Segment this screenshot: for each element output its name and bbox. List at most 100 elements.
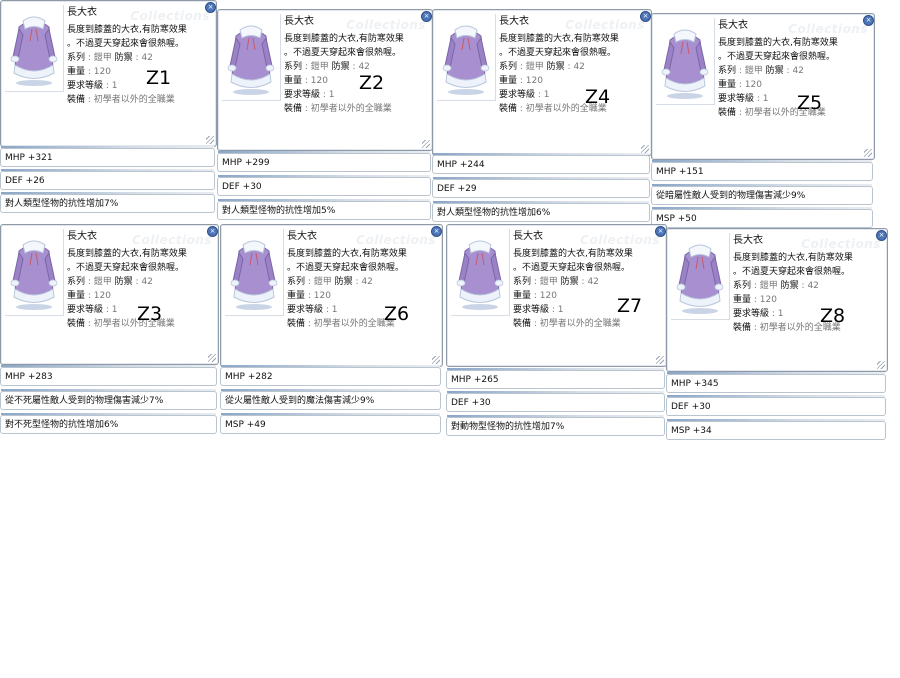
close-icon[interactable]: ×	[421, 11, 432, 22]
resize-grip[interactable]	[656, 356, 664, 364]
equip-row: 裝備 : 初學者以外的全職業	[499, 104, 607, 114]
def-value: 42	[361, 277, 373, 287]
item-image	[5, 229, 64, 316]
item-description: 長度到膝蓋的大衣,有防寒效果 。不過夏天穿起來會很熱喔。 系列 : 鎧甲 防禦 …	[67, 23, 210, 107]
close-icon[interactable]: ×	[876, 230, 887, 241]
item-info-window: 長大衣 Collections × 長度到膝蓋的大衣,有防寒效果 。不過夏天穿起…	[432, 9, 652, 156]
item-info-window: 長大衣 Collections × 長度到膝蓋的大衣,有防寒效果 。不過夏天穿起…	[651, 13, 875, 160]
series-value: 鎧甲	[759, 281, 778, 291]
stat-bar-1: MHP +151	[651, 160, 873, 181]
resize-grip[interactable]	[422, 140, 430, 148]
item-image	[5, 5, 64, 92]
close-icon[interactable]: ×	[207, 226, 218, 237]
purple-coat-icon	[456, 240, 504, 310]
series-value: 鎧甲	[744, 66, 763, 76]
item-image	[656, 18, 715, 105]
description-line-1: 長度到膝蓋的大衣,有防寒效果	[718, 38, 838, 48]
purple-coat-icon	[230, 240, 278, 310]
def-label: 防禦	[546, 62, 565, 72]
item-description: 長度到膝蓋的大衣,有防寒效果 。不過夏天穿起來會很熱喔。 系列 : 鎧甲 防禦 …	[513, 247, 660, 331]
close-icon[interactable]: ×	[655, 226, 666, 237]
equip-value: 初學者以外的全職業	[310, 104, 392, 114]
description-line-2: 。不過夏天穿起來會很熱喔。	[284, 48, 402, 58]
weight-label: 重量	[284, 76, 303, 86]
weight-value: 120	[525, 76, 543, 86]
series-value: 鎧甲	[525, 62, 544, 72]
def-value: 42	[141, 277, 153, 287]
collections-watermark: Collections	[580, 233, 660, 247]
equip-value: 初學者以外的全職業	[539, 319, 621, 329]
resize-grip[interactable]	[208, 354, 216, 362]
close-icon[interactable]: ×	[431, 226, 442, 237]
equip-label: 裝備	[284, 104, 303, 114]
level-label: 要求等級	[733, 309, 770, 319]
stat-bar-1: MHP +282	[220, 365, 441, 386]
stat-bar-2: DEF +30	[217, 175, 431, 196]
item-info-window: 長大衣 Collections × 長度到膝蓋的大衣,有防寒效果 。不過夏天穿起…	[0, 0, 217, 147]
series-label: 系列	[287, 277, 306, 287]
close-icon[interactable]: ×	[205, 2, 216, 13]
item-image	[451, 229, 510, 316]
stat-bar-3: MSP +50	[651, 207, 873, 228]
def-value: 42	[792, 66, 804, 76]
weight-label: 重量	[733, 295, 752, 305]
purple-coat-icon	[10, 16, 58, 86]
weight-value: 120	[93, 291, 111, 301]
series-row: 系列 : 鎧甲 防禦 : 42	[499, 62, 585, 72]
series-row: 系列 : 鎧甲 防禦 : 42	[67, 53, 153, 63]
def-value: 42	[141, 53, 153, 63]
def-label: 防禦	[114, 277, 133, 287]
weight-row: 重量 : 120	[733, 295, 777, 305]
weight-label: 重量	[287, 291, 306, 301]
resize-grip[interactable]	[877, 361, 885, 369]
stat-bar-1: MHP +283	[0, 365, 217, 386]
stat-bar-2: DEF +30	[446, 391, 665, 412]
description-line-2: 。不過夏天穿起來會很熱喔。	[513, 263, 631, 273]
series-label: 系列	[67, 277, 86, 287]
stat-bar-3: MSP +34	[666, 419, 886, 440]
series-row: 系列 : 鎧甲 防禦 : 42	[718, 66, 804, 76]
collections-watermark: Collections	[788, 22, 868, 36]
def-value: 42	[358, 62, 370, 72]
level-value: 1	[777, 309, 784, 319]
item-image	[222, 14, 281, 101]
purple-coat-icon	[442, 25, 490, 95]
weight-row: 重量 : 120	[718, 80, 762, 90]
weight-label: 重量	[499, 76, 518, 86]
item-image	[225, 229, 284, 316]
card-label: Z1	[146, 67, 172, 89]
def-label: 防禦	[560, 277, 579, 287]
close-icon[interactable]: ×	[640, 11, 651, 22]
def-label: 防禦	[331, 62, 350, 72]
level-label: 要求等級	[284, 90, 321, 100]
item-name: 長大衣	[284, 16, 314, 27]
equip-label: 裝備	[499, 104, 518, 114]
item-name: 長大衣	[67, 231, 97, 242]
series-value: 鎧甲	[539, 277, 558, 287]
item-name: 長大衣	[718, 20, 748, 31]
series-value: 鎧甲	[313, 277, 332, 287]
resize-grip[interactable]	[864, 149, 872, 157]
series-row: 系列 : 鎧甲 防禦 : 42	[733, 281, 819, 291]
level-row: 要求等級 : 1	[67, 81, 118, 91]
equip-value: 初學者以外的全職業	[93, 319, 175, 329]
def-label: 防禦	[114, 53, 133, 63]
equip-row: 裝備 : 初學者以外的全職業	[513, 319, 621, 329]
item-name: 長大衣	[733, 235, 763, 246]
resize-grip[interactable]	[432, 356, 440, 364]
level-label: 要求等級	[287, 305, 324, 315]
weight-value: 120	[759, 295, 777, 305]
item-name: 長大衣	[499, 16, 529, 27]
resize-grip[interactable]	[206, 136, 214, 144]
item-info-window: 長大衣 Collections × 長度到膝蓋的大衣,有防寒效果 。不過夏天穿起…	[217, 9, 433, 151]
close-icon[interactable]: ×	[863, 15, 874, 26]
level-value: 1	[557, 305, 564, 315]
level-row: 要求等級 : 1	[733, 309, 784, 319]
weight-label: 重量	[67, 67, 86, 77]
card-label: Z4	[585, 86, 611, 108]
collections-watermark: Collections	[356, 233, 436, 247]
item-name: 長大衣	[287, 231, 317, 242]
resize-grip[interactable]	[641, 145, 649, 153]
series-value: 鎧甲	[93, 53, 112, 63]
description-line-1: 長度到膝蓋的大衣,有防寒效果	[513, 249, 633, 259]
